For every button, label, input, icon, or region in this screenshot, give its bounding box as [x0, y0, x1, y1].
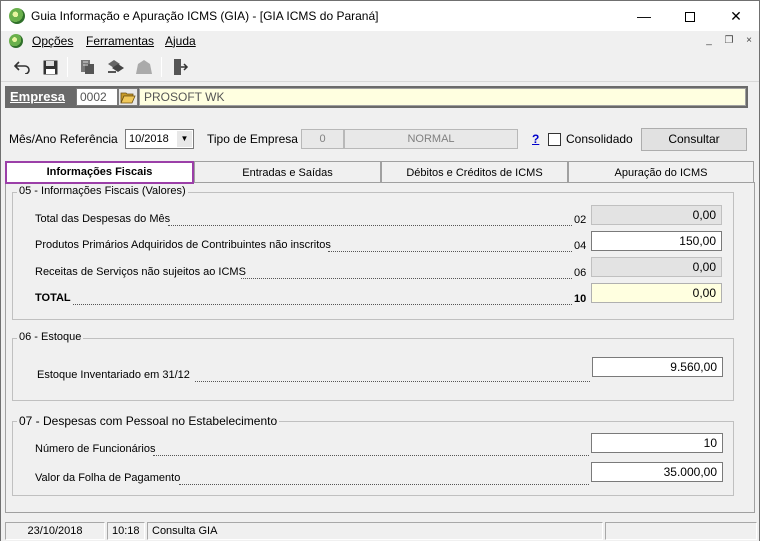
toolbar: [1, 52, 759, 82]
consolidado-label: Consolidado: [566, 132, 633, 146]
open-folder-icon[interactable]: [118, 88, 138, 106]
undo-icon[interactable]: [11, 56, 33, 78]
empresa-name-field: PROSOFT WK: [139, 88, 746, 106]
menu-opcoes[interactable]: Opções: [32, 34, 73, 48]
total-code: 10: [574, 293, 587, 305]
status-time: 10:18: [107, 522, 145, 540]
title-bar: Guia Informação e Apuração ICMS (GIA) - …: [1, 1, 759, 31]
consultar-button[interactable]: Consultar: [641, 128, 747, 151]
toolbar-separator: [67, 57, 68, 77]
folha-pagamento-field[interactable]: 35.000,00: [591, 462, 723, 482]
estoque-field[interactable]: 9.560,00: [592, 357, 723, 377]
section-05-title: 05 - Informações Fiscais (Valores): [17, 185, 188, 197]
export-icon[interactable]: [77, 56, 99, 78]
status-date: 23/10/2018: [5, 522, 105, 540]
total-label: TOTAL: [35, 292, 71, 304]
tab-apuracao-icms[interactable]: Apuração do ICMS: [568, 161, 754, 183]
receitas-servicos-field: 0,00: [591, 257, 722, 277]
toolbar-separator: [161, 57, 162, 77]
status-message: Consulta GIA: [147, 522, 603, 540]
produtos-primarios-label: Produtos Primários Adquiridos de Contrib…: [35, 239, 331, 251]
folha-pagamento-label: Valor da Folha de Pagamento: [35, 472, 181, 484]
mes-ano-value: 10/2018: [129, 133, 169, 145]
exit-door-icon[interactable]: [169, 56, 191, 78]
chevron-down-icon[interactable]: ▼: [177, 131, 192, 147]
section-06-title: 06 - Estoque: [17, 331, 84, 343]
menu-logo-icon: [9, 34, 23, 48]
help-link[interactable]: ?: [532, 132, 539, 146]
section-06-group: 06 - Estoque Estoque Inventariado em 31/…: [12, 331, 734, 401]
leader-dots: [195, 381, 590, 382]
funcionarios-field[interactable]: 10: [591, 433, 723, 453]
minimize-button[interactable]: —: [621, 1, 667, 31]
save-icon[interactable]: [39, 56, 61, 78]
tab-strip: Informações Fiscais Entradas e Saídas Dé…: [5, 161, 755, 184]
despesas-mes-code: 02: [574, 214, 587, 226]
mdi-restore-button[interactable]: ❐: [721, 35, 737, 49]
filter-row: Mês/Ano Referência 10/2018 ▼ Tipo de Emp…: [1, 127, 759, 153]
menu-bar: Opções Ferramentas Ajuda _ ❐ ×: [1, 31, 759, 52]
tab-panel-informacoes-fiscais: 05 - Informações Fiscais (Valores) Total…: [5, 182, 755, 513]
menu-ferramentas[interactable]: Ferramentas: [86, 34, 154, 48]
tab-debitos-creditos[interactable]: Débitos e Créditos de ICMS: [381, 161, 568, 183]
section-07-title: 07 - Despesas com Pessoal no Estabelecim…: [17, 414, 280, 428]
mdi-close-button[interactable]: ×: [741, 35, 757, 49]
app-logo-icon: [9, 8, 25, 24]
maximize-button[interactable]: [667, 1, 713, 31]
app-window: Guia Informação e Apuração ICMS (GIA) - …: [0, 0, 760, 541]
despesas-mes-field: 0,00: [591, 205, 722, 225]
leader-dots: [168, 225, 572, 226]
status-bar: 23/10/2018 10:18 Consulta GIA: [1, 519, 759, 541]
mes-ano-select[interactable]: 10/2018 ▼: [125, 129, 194, 149]
consolidado-checkbox[interactable]: [548, 133, 561, 146]
status-extra: [605, 522, 757, 540]
produtos-primarios-code: 04: [574, 240, 587, 252]
tipo-empresa-code-field: 0: [301, 129, 344, 149]
empresa-code-field[interactable]: 0002: [76, 88, 118, 106]
total-field: 0,00: [591, 283, 722, 303]
receitas-servicos-code: 06: [574, 267, 587, 279]
tab-entradas-saidas[interactable]: Entradas e Saídas: [194, 161, 381, 183]
tab-informacoes-fiscais[interactable]: Informações Fiscais: [5, 161, 194, 184]
leader-dots: [328, 251, 572, 252]
tipo-empresa-label: Tipo de Empresa: [207, 132, 298, 146]
produtos-primarios-field[interactable]: 150,00: [591, 231, 722, 251]
window-title: Guia Informação e Apuração ICMS (GIA) - …: [31, 9, 379, 23]
funcionarios-label: Número de Funcionários: [35, 443, 156, 455]
empresa-bar: Empresa 0002 PROSOFT WK: [5, 86, 748, 108]
disabled-tool-icon[interactable]: [133, 56, 155, 78]
section-07-group: 07 - Despesas com Pessoal no Estabelecim…: [12, 414, 734, 496]
menu-ajuda[interactable]: Ajuda: [165, 34, 196, 48]
section-05-group: 05 - Informações Fiscais (Valores) Total…: [12, 185, 734, 320]
leader-dots: [179, 484, 589, 485]
tipo-empresa-name-field: NORMAL: [344, 129, 518, 149]
leader-dots: [241, 278, 572, 279]
receitas-servicos-label: Receitas de Serviços não sujeitos ao ICM…: [35, 266, 246, 278]
empresa-label: Empresa: [10, 89, 65, 104]
mes-ano-label: Mês/Ano Referência: [9, 132, 118, 146]
despesas-mes-label: Total das Despesas do Mês: [35, 213, 171, 225]
estoque-label: Estoque Inventariado em 31/12: [37, 369, 190, 381]
leader-dots: [73, 304, 572, 305]
leader-dots: [153, 455, 589, 456]
transmit-icon[interactable]: [105, 56, 127, 78]
mdi-minimize-button[interactable]: _: [701, 35, 717, 49]
close-button[interactable]: ✕: [713, 1, 759, 31]
